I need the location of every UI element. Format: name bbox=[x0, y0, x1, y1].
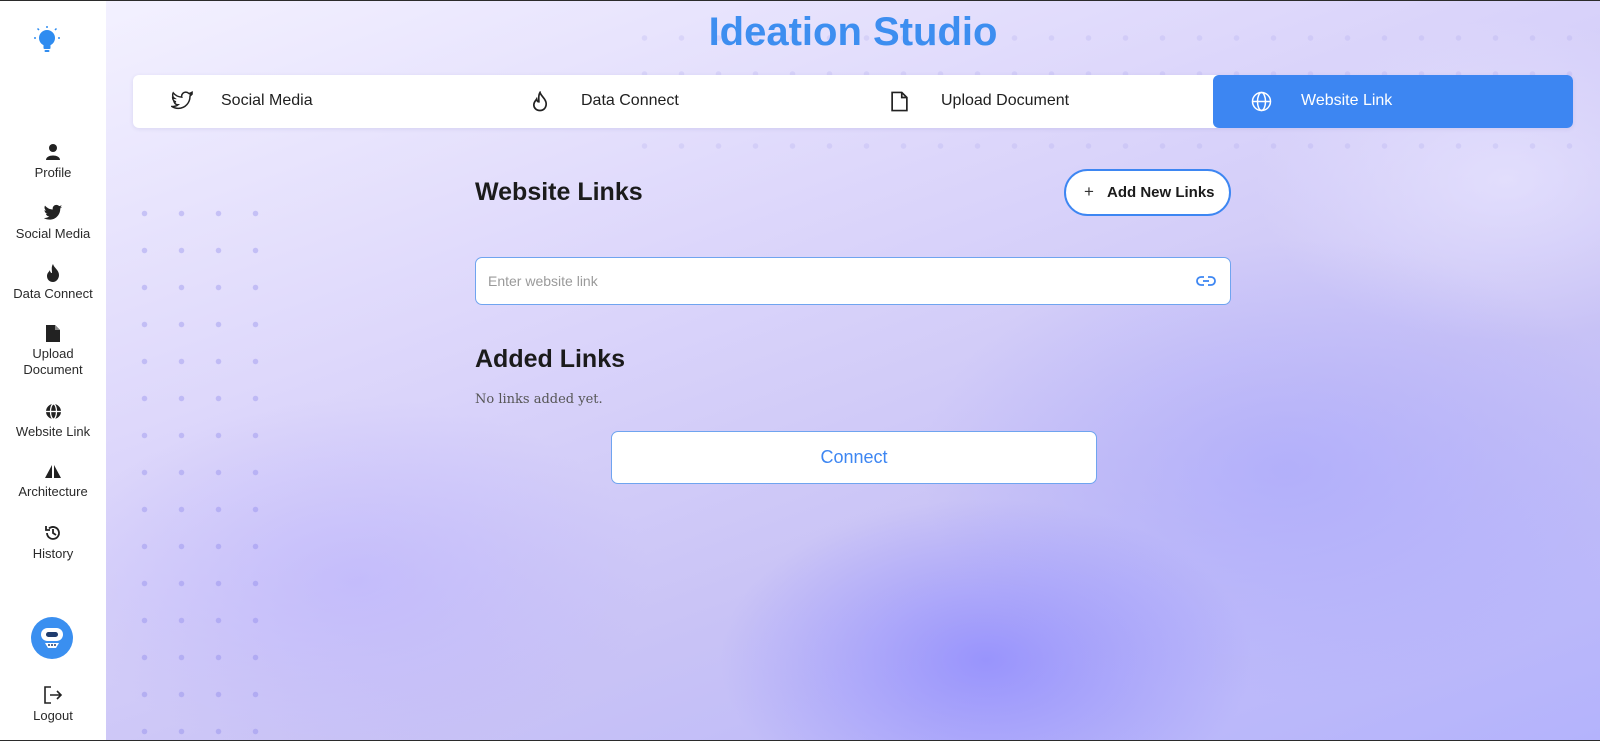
tab-label: Data Connect bbox=[581, 92, 679, 109]
logout-button[interactable]: Logout bbox=[0, 686, 106, 724]
chatbot-button[interactable] bbox=[31, 617, 73, 659]
sidebar-item-social-media[interactable]: Social Media bbox=[0, 204, 106, 242]
twitter-icon bbox=[43, 204, 63, 220]
history-icon bbox=[45, 526, 60, 540]
sidebar-item-label: Profile bbox=[34, 165, 72, 180]
source-tabs: Social Media Data Connect Upload Documen… bbox=[133, 75, 1573, 128]
sidebar-item-label: Architecture bbox=[18, 484, 88, 499]
sidebar-item-upload-document[interactable]: Upload Document bbox=[0, 325, 106, 378]
globe-icon bbox=[45, 403, 61, 420]
logout-label: Logout bbox=[33, 708, 73, 723]
website-link-input[interactable] bbox=[488, 269, 1168, 293]
tab-label: Social Media bbox=[221, 92, 313, 109]
add-new-links-label: Add New Links bbox=[1107, 184, 1215, 201]
lightbulb-logo-icon[interactable] bbox=[33, 26, 61, 58]
decorative-dots bbox=[126, 195, 286, 741]
tab-data-connect[interactable]: Data Connect bbox=[493, 75, 853, 128]
empty-links-text: No links added yet. bbox=[475, 392, 603, 407]
sidebar-item-label: Upload Document bbox=[23, 346, 83, 377]
sidebar-item-label: Website Link bbox=[15, 424, 91, 439]
connect-button[interactable]: Connect bbox=[611, 431, 1097, 484]
tab-website-link[interactable]: Website Link bbox=[1213, 75, 1573, 128]
sidebar-item-website-link[interactable]: Website Link bbox=[0, 403, 106, 440]
document-icon bbox=[891, 91, 908, 112]
sidebar-item-label: Data Connect bbox=[13, 286, 93, 301]
sidebar-item-history[interactable]: History bbox=[0, 524, 106, 562]
user-icon bbox=[46, 144, 60, 160]
flame-icon bbox=[532, 91, 548, 112]
tab-label: Website Link bbox=[1301, 92, 1393, 109]
tab-upload-document[interactable]: Upload Document bbox=[853, 75, 1213, 128]
sidebar-item-label: History bbox=[32, 546, 74, 561]
sidebar-item-profile[interactable]: Profile bbox=[0, 143, 106, 181]
add-new-links-button[interactable]: + Add New Links bbox=[1064, 169, 1231, 216]
sidebar-item-data-connect[interactable]: Data Connect bbox=[0, 264, 106, 302]
twitter-icon bbox=[171, 91, 193, 110]
plus-icon: + bbox=[1084, 182, 1094, 201]
tab-social-media[interactable]: Social Media bbox=[133, 75, 493, 128]
globe-icon bbox=[1251, 91, 1272, 112]
logout-icon bbox=[44, 686, 63, 704]
document-icon bbox=[46, 325, 60, 342]
robot-icon bbox=[41, 628, 63, 648]
flame-icon bbox=[47, 264, 59, 282]
website-links-heading: Website Links bbox=[475, 178, 643, 206]
sidebar-item-architecture[interactable]: Architecture bbox=[0, 464, 106, 500]
page-title: Ideation Studio bbox=[708, 10, 998, 54]
architecture-icon bbox=[45, 465, 61, 478]
website-link-field bbox=[475, 257, 1231, 305]
tab-label: Upload Document bbox=[941, 92, 1070, 109]
added-links-heading: Added Links bbox=[475, 345, 626, 373]
main-area: Ideation Studio Social Media Data Connec… bbox=[106, 0, 1600, 741]
sidebar: Profile Social Media Data Connect Upload… bbox=[0, 0, 106, 741]
sidebar-item-label: Social Media bbox=[15, 226, 91, 241]
link-icon[interactable] bbox=[1196, 272, 1216, 290]
